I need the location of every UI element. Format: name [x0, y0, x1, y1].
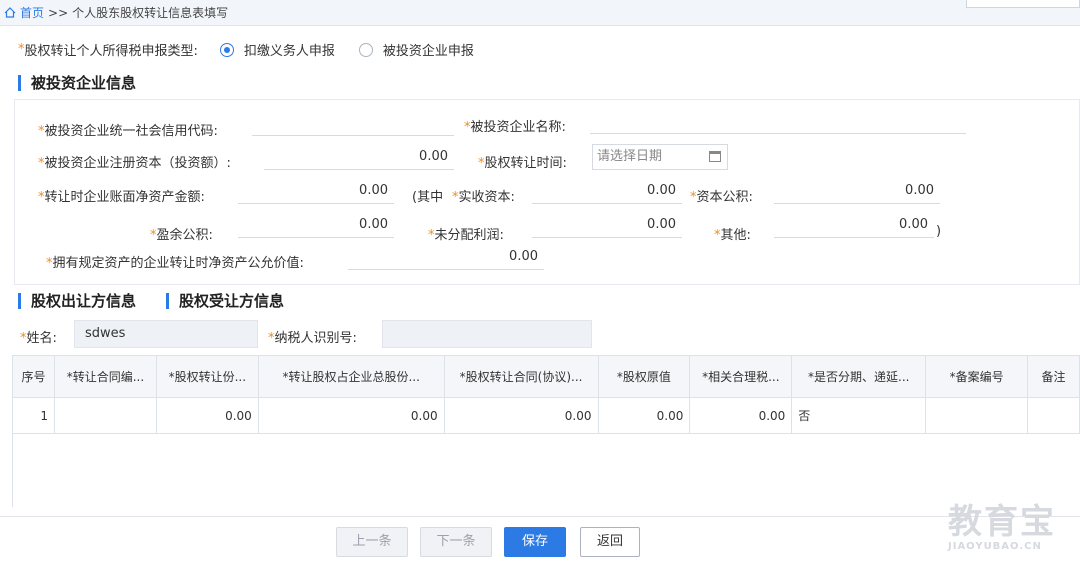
undistributed-label: *未分配利润:	[428, 228, 504, 243]
tab-bar	[18, 292, 21, 309]
company-name-label: *被投资企业名称:	[464, 120, 566, 135]
paid-capital-label: *实收资本:	[452, 190, 515, 205]
col-header: *备案编号	[925, 355, 1028, 398]
reg-capital-label: *被投资企业注册资本（投资额）:	[38, 156, 231, 171]
credit-code-label: *被投资企业统一社会信用代码:	[38, 124, 218, 139]
other-input[interactable]: 0.00	[774, 214, 934, 238]
fair-value-input[interactable]: 0.00	[348, 246, 544, 270]
col-header: *转让股权占企业总股份...	[257, 355, 445, 398]
net-assets-label: *转让时企业账面净资产金额:	[38, 190, 205, 205]
cell-filing-no[interactable]	[925, 397, 1028, 434]
calendar-icon[interactable]	[709, 151, 721, 162]
cell-share-ratio[interactable]: 0.00	[257, 397, 445, 434]
cell-index: 1	[12, 397, 55, 434]
credit-code-input[interactable]	[252, 112, 454, 136]
surplus-input[interactable]: 0.00	[238, 214, 394, 238]
transferor-table-wrap: 序号 *转让合同编... *股权转让份... *转让股权占企业总股份... *股…	[12, 355, 1080, 434]
person-name-input[interactable]: sdwes	[74, 320, 258, 348]
transfer-date-label: *股权转让时间:	[478, 156, 567, 171]
section-invested-label: 被投资企业信息	[31, 74, 137, 92]
col-header: *转让合同编...	[53, 355, 157, 398]
taxpayer-id-input[interactable]	[382, 320, 592, 348]
col-header: 序号	[12, 355, 55, 398]
tab-transferor[interactable]: 股权出让方信息	[18, 290, 136, 311]
declare-type-row: * 股权转让个人所得税申报类型: 扣缴义务人申报 被投资企业申报	[18, 40, 474, 59]
watermark-logo: 教育宝 JIAOYUBAO.CN	[948, 502, 1056, 552]
section-invested-title: 被投资企业信息	[18, 72, 136, 93]
next-button[interactable]: 下一条	[420, 527, 492, 557]
home-icon[interactable]	[4, 7, 16, 18]
reg-capital-input[interactable]: 0.00	[264, 146, 454, 170]
radio-invested-company-label[interactable]: 被投资企业申报	[383, 40, 474, 59]
tab-transferee-label[interactable]: 股权受让方信息	[179, 290, 284, 311]
back-button[interactable]: 返回	[580, 527, 640, 557]
taxpayer-id-label: *纳税人识别号:	[268, 331, 357, 346]
col-header: 备注	[1027, 355, 1080, 398]
col-header: *股权转让合同(协议)...	[443, 355, 599, 398]
other-label: *其他:	[714, 228, 751, 243]
col-header: *相关合理税...	[689, 355, 793, 398]
tab-transferor-label[interactable]: 股权出让方信息	[31, 290, 136, 311]
breadcrumb-separator: >>	[48, 5, 69, 20]
paid-capital-input[interactable]: 0.00	[532, 180, 682, 204]
breadcrumb: 首页 >> 个人股东股权转让信息表填写	[4, 4, 228, 21]
save-button[interactable]: 保存	[504, 527, 566, 557]
cell-transfer-share[interactable]: 0.00	[155, 397, 259, 434]
breadcrumb-home-link[interactable]: 首页	[20, 4, 44, 21]
cell-contract-no[interactable]	[53, 397, 157, 434]
fair-value-label: *拥有规定资产的企业转让时净资产公允价值:	[46, 256, 304, 271]
surplus-label: *盈余公积:	[150, 228, 213, 243]
tab-transferee[interactable]: 股权受让方信息	[166, 290, 284, 311]
radio-withholding-label[interactable]: 扣缴义务人申报	[244, 40, 335, 59]
paren-close: )	[936, 224, 942, 239]
radio-withholding[interactable]	[219, 42, 234, 57]
transferor-table: 序号 *转让合同编... *股权转让份... *转让股权占企业总股份... *股…	[12, 355, 1080, 434]
cell-contract-amount[interactable]: 0.00	[443, 397, 599, 434]
company-name-input[interactable]	[590, 110, 966, 134]
cell-original-value[interactable]: 0.00	[597, 397, 691, 434]
radio-invested-company[interactable]	[358, 42, 373, 57]
person-name-label: *姓名:	[20, 331, 57, 346]
cell-installment[interactable]: 否	[791, 397, 927, 434]
cell-remark[interactable]	[1027, 397, 1080, 434]
cell-reasonable-tax[interactable]: 0.00	[689, 397, 793, 434]
prev-button[interactable]: 上一条	[336, 527, 408, 557]
col-header: *股权转让份...	[155, 355, 259, 398]
paren-open: (其中	[412, 190, 444, 205]
breadcrumb-current: 个人股东股权转让信息表填写	[72, 6, 229, 20]
net-assets-input[interactable]: 0.00	[238, 180, 394, 204]
table-row[interactable]: 1 0.00 0.00 0.00 0.00 0.00 否	[12, 397, 1080, 434]
section-bar	[18, 74, 21, 91]
tab-bar	[166, 292, 169, 309]
transfer-date-picker[interactable]: 请选择日期	[592, 144, 728, 170]
col-header: *是否分期、递延...	[791, 355, 927, 398]
table-header-row: 序号 *转让合同编... *股权转让份... *转让股权占企业总股份... *股…	[12, 355, 1080, 398]
capital-reserve-input[interactable]: 0.00	[774, 180, 940, 204]
capital-reserve-label: *资本公积:	[690, 190, 753, 205]
col-header: *股权原值	[597, 355, 691, 398]
declare-type-label: 股权转让个人所得税申报类型:	[24, 44, 198, 59]
top-right-box	[966, 0, 1080, 8]
undistributed-input[interactable]: 0.00	[532, 214, 682, 238]
transfer-date-placeholder: 请选择日期	[597, 149, 663, 164]
